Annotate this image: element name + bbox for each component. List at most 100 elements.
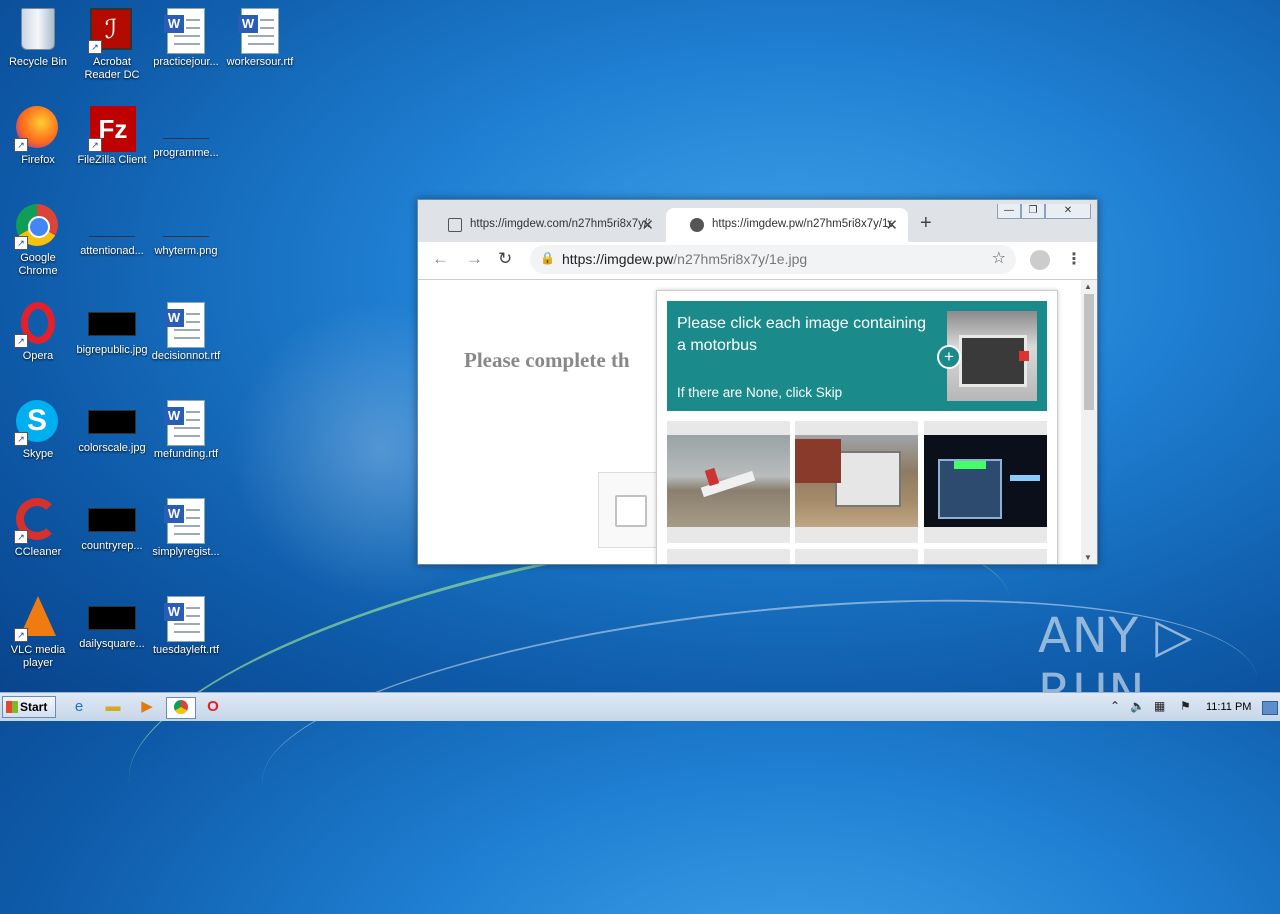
acrobat-icon: ℐ ↗ bbox=[88, 8, 134, 54]
desktop-icon-filezilla[interactable]: Fz ↗ FileZilla Client bbox=[74, 102, 150, 167]
tab-close-icon[interactable]: ✕ bbox=[885, 216, 898, 234]
scroll-up-icon[interactable]: ▲ bbox=[1084, 282, 1092, 291]
captcha-tile[interactable] bbox=[795, 421, 918, 543]
desktop-icon-ccleaner[interactable]: ↗ CCleaner bbox=[0, 494, 76, 559]
desktop-icon-label: Recycle Bin bbox=[8, 56, 68, 68]
airplane-image bbox=[667, 435, 790, 527]
captcha-tile[interactable] bbox=[924, 549, 1047, 564]
network-icon[interactable]: ▦ bbox=[1154, 699, 1165, 713]
bookmark-star-icon[interactable]: ☆ bbox=[992, 248, 1006, 268]
desktop-icon-label: FileZilla Client bbox=[77, 154, 147, 166]
scrollbar-thumb[interactable] bbox=[1084, 294, 1094, 410]
skype-icon: S ↗ bbox=[14, 400, 60, 446]
captcha-challenge: Please click each image containing a mot… bbox=[656, 290, 1058, 564]
internet-explorer-icon[interactable]: e bbox=[68, 697, 90, 717]
browser-toolbar: ← → ↻ 🔒 https://imgdew.pw/n27hm5ri8x7y/1… bbox=[418, 242, 1097, 280]
file-explorer-icon[interactable]: ▬ bbox=[102, 697, 124, 717]
desktop-icon-label: colorscale.jpg bbox=[78, 442, 146, 454]
image-thumbnail bbox=[88, 410, 136, 434]
desktop-icon-recycle-bin[interactable]: Recycle Bin bbox=[0, 4, 76, 69]
word-document-icon: W bbox=[238, 8, 282, 54]
kebab-menu-icon[interactable]: ⋮ bbox=[1066, 249, 1082, 269]
captcha-checkbox[interactable] bbox=[615, 495, 647, 527]
desktop-icon-attentionad[interactable]: attentionad... bbox=[74, 200, 150, 258]
tab-imgdew-com[interactable]: https://imgdew.com/n27hm5ri8x7y/1e.jpg ✕ bbox=[424, 208, 664, 242]
desktop-icon-dailysquare[interactable]: dailysquare... bbox=[74, 592, 150, 651]
profile-avatar-icon[interactable] bbox=[1030, 250, 1050, 270]
desktop-icon-google-chrome[interactable]: ↗ Google Chrome bbox=[0, 200, 76, 278]
url-path: /n27hm5ri8x7y/1e.jpg bbox=[673, 251, 808, 267]
word-document-icon: W bbox=[164, 8, 208, 54]
media-player-icon[interactable]: ▶ bbox=[136, 697, 158, 717]
desktop-icon-label: Opera bbox=[22, 350, 54, 362]
image-thumbnail bbox=[88, 312, 136, 336]
captcha-tile[interactable] bbox=[924, 421, 1047, 543]
reload-icon[interactable]: ↻ bbox=[498, 249, 512, 269]
tab-imgdew-pw[interactable]: https://imgdew.pw/n27hm5ri8x7y/1e.jpg ✕ bbox=[666, 208, 908, 242]
firefox-icon: ↗ bbox=[14, 106, 60, 152]
captcha-tile[interactable] bbox=[667, 421, 790, 543]
taskbar: Start e ▬ ▶ O ⌃ 🔈 ▦ ⚑ 11:11 PM bbox=[0, 692, 1280, 721]
start-label: Start bbox=[20, 700, 48, 714]
windows-logo-icon bbox=[6, 701, 18, 713]
opera-taskbar-icon[interactable]: O bbox=[202, 697, 224, 717]
desktop-icon-programme[interactable]: programme... bbox=[148, 102, 224, 160]
forward-arrow-icon[interactable]: → bbox=[466, 249, 483, 269]
chrome-taskbar-icon[interactable] bbox=[166, 697, 196, 719]
desktop-icon-label: practicejour... bbox=[153, 56, 219, 68]
word-document-icon: W bbox=[164, 596, 208, 642]
chrome-window: https://imgdew.com/n27hm5ri8x7y/1e.jpg ✕… bbox=[417, 199, 1098, 565]
desktop-icon-label: Firefox bbox=[21, 154, 55, 166]
show-desktop-button[interactable] bbox=[1262, 701, 1278, 715]
file-thumbnail bbox=[163, 120, 209, 139]
desktop-icon-vlc[interactable]: ↗ VLC media player bbox=[0, 592, 76, 670]
desktop-icon-label: programme... bbox=[153, 147, 219, 159]
file-thumbnail bbox=[163, 218, 209, 237]
address-bar[interactable]: 🔒 https://imgdew.pw/n27hm5ri8x7y/1e.jpg … bbox=[530, 245, 1016, 274]
lock-icon: 🔒 bbox=[540, 251, 555, 265]
url-host: https://imgdew.pw bbox=[562, 251, 674, 267]
desktop-icon-label: Google Chrome bbox=[18, 252, 58, 277]
volume-icon[interactable]: 🔈 bbox=[1130, 699, 1145, 713]
show-hidden-icons-icon[interactable]: ⌃ bbox=[1110, 699, 1120, 713]
back-arrow-icon[interactable]: ← bbox=[432, 249, 449, 269]
desktop-icon-skype[interactable]: S ↗ Skype bbox=[0, 396, 76, 461]
start-button[interactable]: Start bbox=[2, 696, 56, 718]
desktop-icon-whyterm[interactable]: whyterm.png bbox=[148, 200, 224, 258]
desktop-icon-firefox[interactable]: ↗ Firefox bbox=[0, 102, 76, 167]
desktop-icon-label: Acrobat Reader DC bbox=[84, 56, 140, 81]
page-content: Please complete th Please click each ima… bbox=[418, 280, 1097, 564]
taskbar-clock[interactable]: 11:11 PM bbox=[1206, 701, 1251, 713]
desktop-icon-colorscale[interactable]: colorscale.jpg bbox=[74, 396, 150, 455]
desktop-icon-label: dailysquare... bbox=[79, 638, 145, 650]
tab-close-icon[interactable]: ✕ bbox=[641, 216, 654, 234]
ccleaner-icon: ↗ bbox=[14, 498, 60, 544]
desktop-icon-workersour[interactable]: W workersour.rtf bbox=[222, 4, 298, 69]
image-thumbnail bbox=[88, 606, 136, 630]
close-button[interactable]: ✕ bbox=[1045, 204, 1091, 219]
desktop-icon-decisionnot[interactable]: W decisionnot.rtf bbox=[148, 298, 224, 363]
globe-icon bbox=[690, 218, 704, 232]
desktop-icon-simplyregist[interactable]: W simplyregist... bbox=[148, 494, 224, 559]
desktop-icon-tuesdayleft[interactable]: W tuesdayleft.rtf bbox=[148, 592, 224, 657]
desktop-icon-countryrep[interactable]: countryrep... bbox=[74, 494, 150, 553]
new-tab-button[interactable]: + bbox=[920, 212, 932, 235]
desktop-icon-practicejour[interactable]: W practicejour... bbox=[148, 4, 224, 69]
desktop-icon-mefunding[interactable]: W mefunding.rtf bbox=[148, 396, 224, 461]
page-heading: Please complete th bbox=[464, 348, 630, 372]
desktop-icon-acrobat[interactable]: ℐ ↗ Acrobat Reader DC bbox=[74, 4, 150, 82]
file-thumbnail bbox=[89, 218, 135, 237]
captcha-tile[interactable] bbox=[795, 549, 918, 564]
maximize-button[interactable]: ❐ bbox=[1021, 204, 1045, 219]
desktop-icon-opera[interactable]: ↗ Opera bbox=[0, 298, 76, 363]
word-document-icon: W bbox=[164, 498, 208, 544]
minimize-button[interactable]: — bbox=[997, 204, 1021, 219]
page-scrollbar[interactable]: ▲ ▼ bbox=[1081, 280, 1097, 564]
action-center-flag-icon[interactable]: ⚑ bbox=[1180, 699, 1191, 713]
captcha-tile[interactable] bbox=[667, 549, 790, 564]
desktop-icon-label: mefunding.rtf bbox=[153, 448, 219, 460]
scroll-down-icon[interactable]: ▼ bbox=[1084, 553, 1092, 562]
desktop-icon-bigrepublic[interactable]: bigrepublic.jpg bbox=[74, 298, 150, 357]
chrome-icon: ↗ bbox=[14, 204, 60, 250]
word-document-icon: W bbox=[164, 302, 208, 348]
